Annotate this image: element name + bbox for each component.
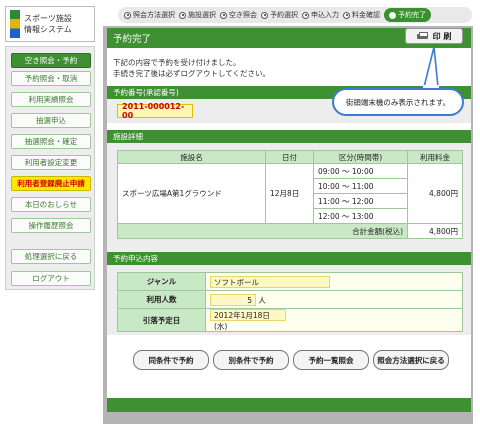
logo-icon — [10, 10, 20, 38]
back-to-inquiry-method-button[interactable]: 照会方法選択に戻る — [373, 350, 449, 370]
sidebar-item-user-settings[interactable]: 利用者設定変更 — [11, 155, 91, 170]
total-row: 合計金額(税込) 4,800円 — [117, 223, 463, 239]
step-dot-icon — [343, 11, 350, 19]
progress-steps: 照会方法選択 施設選択 空き照会 予約選択 申込入力 料金確認 予約完了 — [118, 7, 472, 23]
withdrawal-value: 2012年1月18日(水) — [210, 309, 286, 331]
facility-name: スポーツ広場A第1グラウンド — [117, 163, 266, 224]
sidebar-item-logout[interactable]: ログアウト — [11, 271, 91, 286]
kiosk-only-callout: 街頭端末機のみ表示されます。 — [332, 88, 464, 116]
sidebar-menu: 空き照会・予約 予約照会・取消 利用実績照会 抽選申込 抽選照会・確定 利用者設… — [5, 46, 95, 290]
people-label: 利用人数 — [117, 290, 206, 309]
facility-section-header: 施設詳細 — [107, 130, 471, 143]
intro-text: 下記の内容で予約を受け付けました。 手続き完了後は必ずログアウトしてください。 — [113, 58, 271, 78]
step-5: 申込入力 — [302, 10, 339, 20]
sidebar-item-back-to-menu[interactable]: 処理選択に戻る — [11, 249, 91, 264]
footer-bar — [107, 398, 471, 412]
logo-line2: 情報システム — [24, 25, 72, 34]
sidebar-item-lottery-confirm[interactable]: 抽選照会・確定 — [11, 134, 91, 149]
step-7-current: 予約完了 — [384, 8, 431, 22]
reserve-same-conditions-button[interactable]: 同条件で予約 — [133, 350, 209, 370]
timeslot-4: 12:00 ～ 13:00 — [313, 208, 408, 224]
total-value: 4,800円 — [407, 223, 463, 239]
details-section-header: 予約申込内容 — [107, 252, 471, 265]
timeslot-2: 10:00 ～ 11:00 — [313, 178, 408, 194]
sidebar-item-reservation-inquiry[interactable]: 予約照会・取消 — [11, 71, 91, 86]
system-logo: スポーツ施設 情報システム — [5, 6, 95, 42]
genre-value: ソフトボール — [210, 275, 330, 288]
table-row: 利用人数 5 人 — [117, 290, 463, 309]
reservation-date: 12月8日 — [265, 163, 314, 224]
sidebar-item-lottery-apply[interactable]: 抽選申込 — [11, 113, 91, 128]
genre-label: ジャンル — [117, 272, 206, 291]
step-dot-icon — [389, 11, 396, 19]
step-dot-icon — [220, 11, 227, 19]
total-label: 合計金額(税込) — [117, 223, 408, 239]
sidebar-item-availability[interactable]: 空き照会・予約 — [11, 53, 91, 68]
details-table: ジャンル ソフトボール 利用人数 5 人 引落予定日 2012年1月18日(水) — [117, 272, 463, 332]
sidebar-item-operation-history[interactable]: 操作履歴照会 — [11, 218, 91, 233]
step-2: 施設選択 — [179, 10, 216, 20]
sidebar-item-deregistration[interactable]: 利用者登録廃止申請 — [11, 176, 91, 191]
step-1: 照会方法選択 — [124, 10, 175, 20]
callout-pointer — [422, 47, 439, 91]
people-value: 5 — [210, 293, 256, 306]
sidebar-item-usage-history[interactable]: 利用実績照会 — [11, 92, 91, 107]
step-dot-icon — [179, 11, 186, 19]
reservation-number: 2011-000012-00 — [117, 102, 193, 120]
table-row: 引落予定日 2012年1月18日(水) — [117, 308, 463, 332]
printer-icon — [416, 32, 428, 40]
step-4: 予約選択 — [261, 10, 298, 20]
col-timeslot: 区分(時間帯) — [313, 150, 408, 164]
timeslot-3: 11:00 ～ 12:00 — [313, 193, 408, 209]
table-row: ジャンル ソフトボール — [117, 272, 463, 291]
fee-value: 4,800円 — [407, 163, 463, 224]
logo-line1: スポーツ施設 — [24, 14, 72, 23]
step-3: 空き照会 — [220, 10, 257, 20]
timeslot-1: 09:00 ～ 10:00 — [313, 163, 408, 179]
reserve-other-conditions-button[interactable]: 別条件で予約 — [213, 350, 289, 370]
col-facility-name: 施設名 — [117, 150, 266, 164]
sidebar-item-notices[interactable]: 本日のおしらせ — [11, 197, 91, 212]
step-6: 料金確認 — [343, 10, 380, 20]
people-unit: 人 — [258, 295, 266, 305]
step-dot-icon — [261, 11, 268, 19]
facility-table: 施設名 日付 区分(時間帯) 利用料金 スポーツ広場A第1グラウンド 12月8日… — [117, 150, 463, 239]
col-fee: 利用料金 — [407, 150, 463, 164]
reservation-list-button[interactable]: 予約一覧照会 — [293, 350, 369, 370]
col-date: 日付 — [265, 150, 314, 164]
step-dot-icon — [124, 11, 131, 19]
print-button[interactable]: 印 刷 — [405, 28, 463, 44]
table-row: スポーツ広場A第1グラウンド 12月8日 09:00 ～ 10:00 4,800… — [117, 163, 463, 224]
step-dot-icon — [302, 11, 309, 19]
withdrawal-label: 引落予定日 — [117, 308, 206, 332]
